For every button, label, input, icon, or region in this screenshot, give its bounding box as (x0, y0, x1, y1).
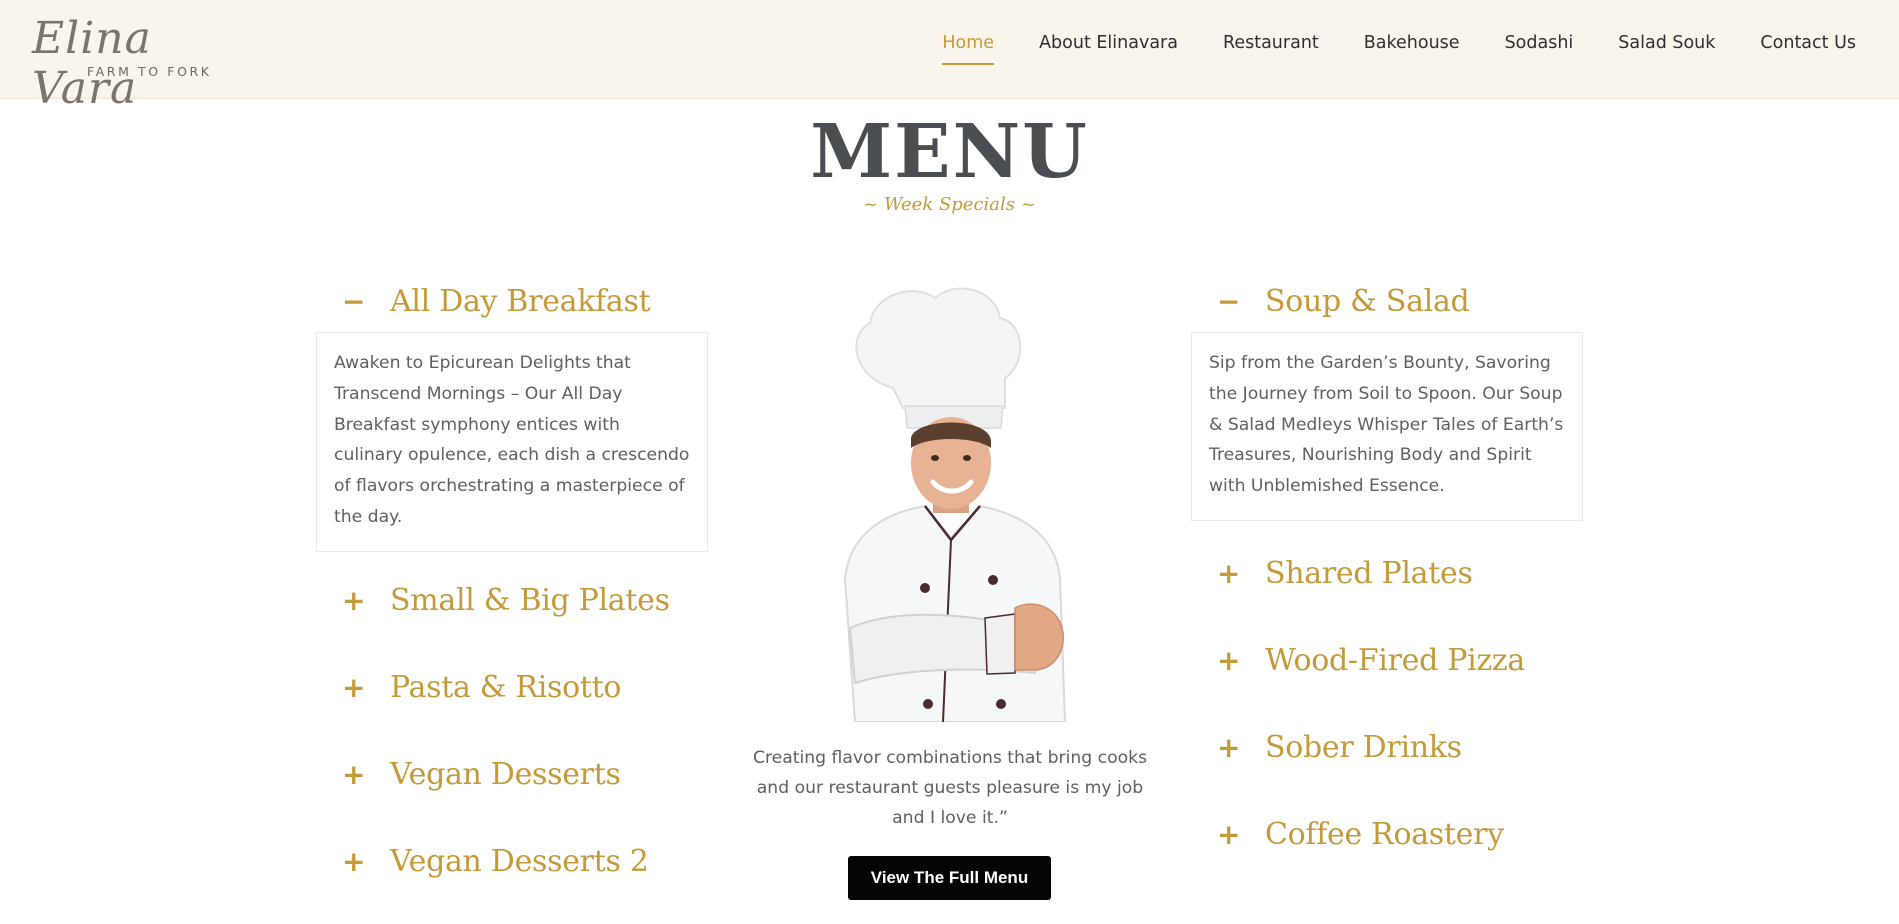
plus-icon: + (1217, 731, 1241, 765)
plus-icon: + (342, 671, 366, 705)
nav-bakehouse[interactable]: Bakehouse (1364, 33, 1460, 53)
brand-logo[interactable]: Elina Vara FARM TO FORK (32, 14, 272, 114)
accordion-toggle[interactable]: + Vegan Desserts (316, 750, 708, 800)
minus-icon: − (1217, 284, 1241, 318)
accordion-toggle[interactable]: + Wood-Fired Pizza (1191, 636, 1583, 686)
accordion-item-wood-fired-pizza: + Wood-Fired Pizza (1191, 636, 1583, 723)
view-full-menu-button[interactable]: View The Full Menu (848, 856, 1051, 900)
page-subtitle: ~ Week Specials ~ (863, 194, 1036, 215)
chef-image (815, 278, 1085, 723)
accordion-toggle[interactable]: + Vegan Desserts 2 (316, 837, 708, 887)
accordion-toggle[interactable]: − All Day Breakfast (316, 276, 708, 326)
chef-illustration (843, 287, 1067, 723)
nav-restaurant[interactable]: Restaurant (1223, 33, 1319, 53)
main-nav: Home About Elinavara Restaurant Bakehous… (942, 33, 1856, 65)
accordion-item-coffee-roastery: + Coffee Roastery (1191, 810, 1583, 897)
accordion-toggle[interactable]: + Shared Plates (1191, 549, 1583, 599)
plus-icon: + (342, 845, 366, 879)
brand-tagline: FARM TO FORK (87, 64, 212, 79)
accordion-item-vegan-desserts-2: + Vegan Desserts 2 (316, 837, 708, 924)
accordion-item-small-big-plates: + Small & Big Plates (316, 576, 708, 663)
nav-sodashi[interactable]: Sodashi (1505, 33, 1574, 53)
chef-quote: Creating flavor combinations that bring … (752, 748, 1148, 828)
accordion-title: Vegan Desserts 2 (390, 844, 649, 880)
accordion-title: All Day Breakfast (390, 283, 651, 319)
accordion-toggle[interactable]: + Sober Drinks (1191, 723, 1583, 773)
accordion-item-vegan-desserts: + Vegan Desserts (316, 750, 708, 837)
nav-contact[interactable]: Contact Us (1760, 33, 1856, 53)
accordion-content: Sip from the Garden’s Bounty, Savoring t… (1191, 332, 1583, 521)
accordion-title: Sober Drinks (1265, 730, 1462, 766)
accordion-toggle[interactable]: + Coffee Roastery (1191, 810, 1583, 860)
plus-icon: + (1217, 644, 1241, 678)
accordion-item-soup-salad: − Soup & Salad Sip from the Garden’s Bou… (1191, 276, 1583, 521)
accordion-title: Coffee Roastery (1265, 817, 1504, 853)
accordion-title: Pasta & Risotto (390, 670, 622, 706)
accordion-title: Soup & Salad (1265, 283, 1470, 319)
plus-icon: + (342, 758, 366, 792)
plus-icon: + (1217, 557, 1241, 591)
accordion-title: Shared Plates (1265, 556, 1473, 592)
accordion-item-shared-plates: + Shared Plates (1191, 549, 1583, 636)
nav-about[interactable]: About Elinavara (1039, 33, 1178, 53)
menu-accordion-right: − Soup & Salad Sip from the Garden’s Bou… (1191, 276, 1583, 897)
menu-accordion-left: − All Day Breakfast Awaken to Epicurean … (316, 276, 708, 924)
accordion-title: Wood-Fired Pizza (1265, 643, 1525, 679)
plus-icon: + (1217, 818, 1241, 852)
page-title: MENU (810, 109, 1089, 195)
site-header: Elina Vara FARM TO FORK Home About Elina… (0, 0, 1899, 114)
accordion-title: Small & Big Plates (390, 583, 670, 619)
accordion-item-pasta-risotto: + Pasta & Risotto (316, 663, 708, 750)
accordion-content: Awaken to Epicurean Delights that Transc… (316, 332, 708, 552)
accordion-title: Vegan Desserts (390, 757, 621, 793)
accordion-toggle[interactable]: − Soup & Salad (1191, 276, 1583, 326)
accordion-item-sober-drinks: + Sober Drinks (1191, 723, 1583, 810)
accordion-toggle[interactable]: + Small & Big Plates (316, 576, 708, 626)
accordion-item-all-day-breakfast: − All Day Breakfast Awaken to Epicurean … (316, 276, 708, 552)
plus-icon: + (342, 584, 366, 618)
accordion-toggle[interactable]: + Pasta & Risotto (316, 663, 708, 713)
minus-icon: − (342, 284, 366, 318)
nav-salad-souk[interactable]: Salad Souk (1618, 33, 1715, 53)
nav-home[interactable]: Home (942, 33, 994, 65)
